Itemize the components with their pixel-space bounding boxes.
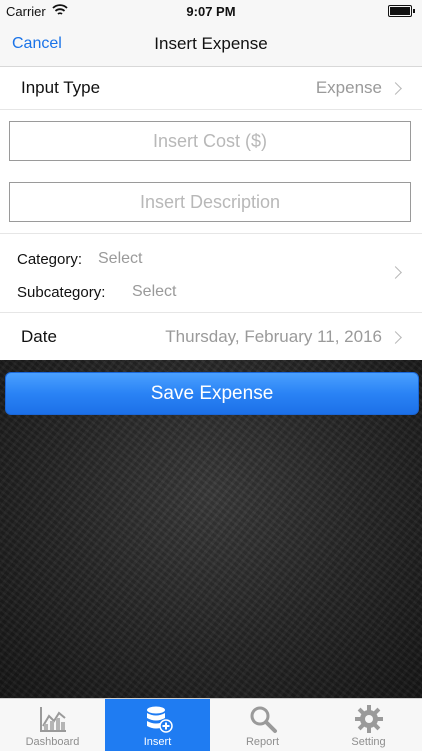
category-value: Select [98,250,143,267]
input-type-value: Expense [315,78,382,97]
chevron-right-icon [389,82,402,95]
tab-setting[interactable]: Setting [315,699,422,751]
page-title: Insert Expense [154,34,268,53]
tab-label: Report [245,736,280,748]
battery-icon [388,5,415,17]
status-bar: Carrier 9:07 PM [0,0,422,22]
tab-report[interactable]: Report [210,699,315,751]
tab-label: Dashboard [25,736,80,748]
chart-icon [39,707,66,732]
subcategory-label: Subcategory: [17,284,106,301]
date-label: Date [21,327,57,346]
chevron-right-icon [389,266,402,279]
input-type-row[interactable]: Input Type Expense [0,67,422,109]
clock: 9:07 PM [186,4,236,19]
cost-input[interactable] [9,121,411,161]
category-label: Category: [17,251,83,268]
tab-bar: Dashboard Insert Report Setting [0,698,422,751]
date-row[interactable]: Date Thursday, February 11, 2016 [0,313,422,359]
tab-label: Insert [143,736,172,748]
save-expense-button[interactable]: Save Expense [5,372,419,415]
subcategory-value: Select [132,283,177,300]
category-row[interactable]: Category: Select Subcategory: Select [0,234,422,311]
description-input[interactable] [9,182,411,222]
tab-insert[interactable]: Insert [105,699,210,751]
divider [0,109,422,110]
tab-label: Setting [351,736,386,748]
navigation-bar: Cancel Insert Expense [0,22,422,67]
chevron-right-icon [389,331,402,344]
date-value: Thursday, February 11, 2016 [165,327,382,346]
tab-dashboard[interactable]: Dashboard [0,699,105,751]
gear-icon [354,705,383,733]
search-icon [250,706,277,733]
database-add-icon [146,706,173,733]
input-type-label: Input Type [21,78,101,97]
